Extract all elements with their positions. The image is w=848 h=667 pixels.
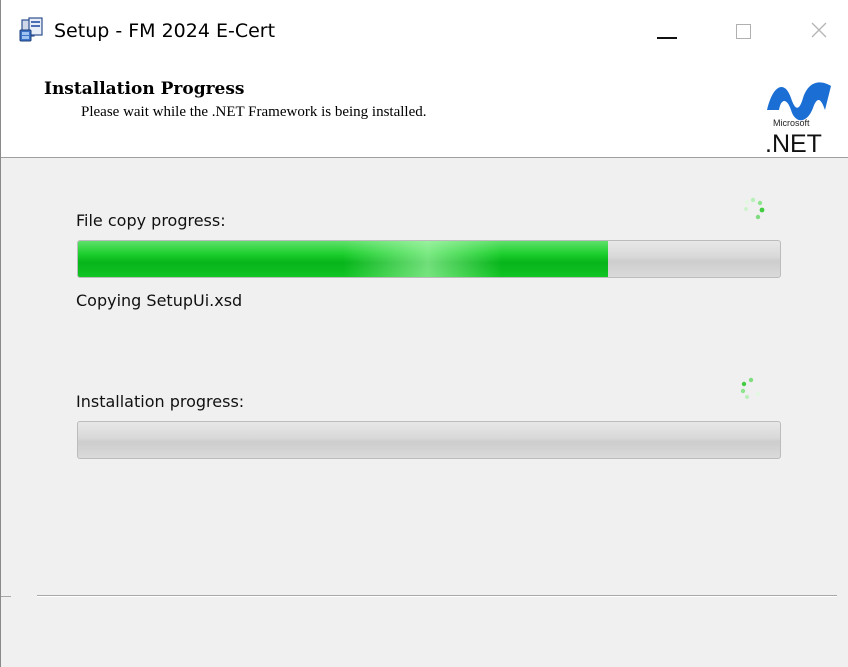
setup-window: Setup - FM 2024 E-Cert Installation Prog… bbox=[0, 0, 848, 667]
installation-progress-bar bbox=[77, 421, 781, 459]
close-button[interactable] bbox=[789, 0, 848, 62]
file-copy-status: Copying SetupUi.xsd bbox=[76, 291, 243, 310]
minimize-button[interactable] bbox=[638, 0, 698, 62]
window-title: Setup - FM 2024 E-Cert bbox=[54, 20, 276, 42]
title-bar[interactable]: Setup - FM 2024 E-Cert bbox=[1, 0, 848, 62]
dotnet-product-text: .NET bbox=[765, 130, 822, 154]
page-title: Installation Progress bbox=[44, 79, 245, 99]
footer-separator bbox=[37, 595, 837, 597]
maximize-button[interactable] bbox=[713, 0, 773, 62]
separator-left bbox=[1, 596, 11, 597]
close-icon bbox=[811, 22, 827, 38]
installation-label: Installation progress: bbox=[76, 392, 245, 411]
dotnet-logo: Microsoft .NET bbox=[765, 82, 831, 154]
file-copy-progress-bar bbox=[77, 240, 781, 278]
setup-installer-icon bbox=[19, 17, 43, 42]
wizard-header: Installation Progress Please wait while … bbox=[1, 62, 848, 158]
loading-spinner-icon bbox=[744, 197, 765, 220]
dotnet-wave-icon bbox=[767, 82, 831, 121]
file-copy-label: File copy progress: bbox=[76, 211, 226, 230]
loading-spinner-icon bbox=[740, 377, 760, 399]
page-subtitle: Please wait while the .NET Framework is … bbox=[81, 104, 427, 120]
file-copy-progress-fill bbox=[78, 241, 608, 277]
dotnet-brand-text: Microsoft bbox=[773, 118, 810, 128]
